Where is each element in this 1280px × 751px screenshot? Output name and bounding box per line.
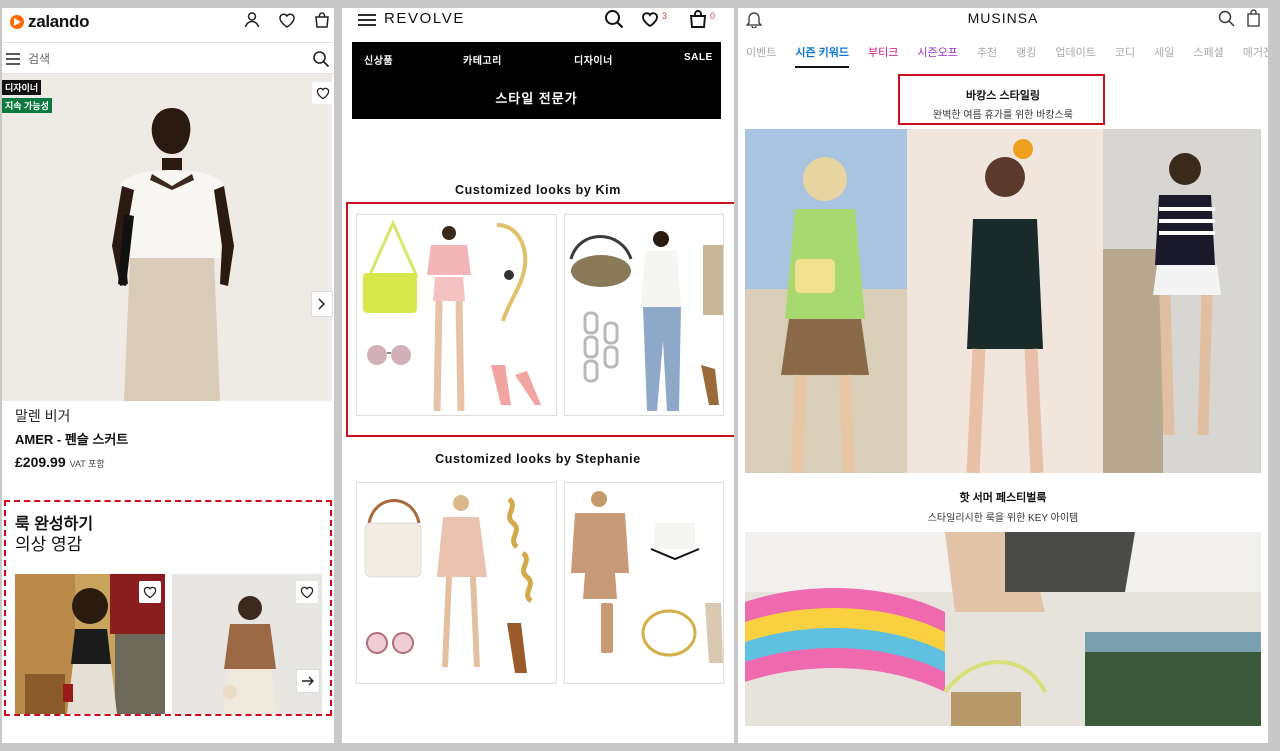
revolve-logo[interactable]: REVOLVE xyxy=(384,10,465,27)
product-image[interactable] xyxy=(2,74,332,401)
feature2-title: 핫 서머 페스티벌룩 xyxy=(959,492,1047,504)
cart-icon[interactable] xyxy=(688,9,708,29)
main-nav: 신상품 카테고리 디자이너 SALE 스타일 전문가 xyxy=(352,42,721,119)
nav-sale[interactable]: SALE xyxy=(684,52,713,63)
outfit-next-icon[interactable] xyxy=(296,669,320,693)
section-title-stephanie: Customized looks by Stephanie xyxy=(435,452,641,466)
search-icon[interactable] xyxy=(1218,10,1235,27)
tab-sale[interactable]: 세일 xyxy=(1154,44,1174,68)
tab-boutique[interactable]: 부티크 xyxy=(868,44,898,68)
menu-icon[interactable] xyxy=(6,52,20,66)
menu-icon[interactable] xyxy=(358,13,376,27)
look-card-kim-2[interactable] xyxy=(564,214,724,416)
tab-season-off[interactable]: 시즌오프 xyxy=(917,44,957,68)
feature1-subtitle: 완벽한 여름 휴가를 위한 바캉스룩 xyxy=(933,110,1073,121)
cart-icon[interactable] xyxy=(1246,9,1261,27)
bag-icon[interactable] xyxy=(312,10,332,30)
tab-update[interactable]: 업데이트 xyxy=(1055,44,1095,68)
search-bar xyxy=(2,42,334,74)
outfit-1-wishlist-icon[interactable] xyxy=(139,581,161,603)
product-brand[interactable]: 말렌 비거 xyxy=(15,406,70,426)
category-tabs: 이벤트 시즌 키워드 부티크 시즌오프 추천 랭킹 업데이트 코디 세일 스페셜… xyxy=(746,44,1268,68)
badge-sustainability: 지속 가능성 xyxy=(2,98,52,113)
tab-ranking[interactable]: 랭킹 xyxy=(1016,44,1036,68)
product-price: £209.99 VAT 포함 xyxy=(15,454,105,470)
nav-designer[interactable]: 디자이너 xyxy=(574,52,613,67)
wishlist-add-icon[interactable] xyxy=(312,82,334,104)
feature2-image[interactable] xyxy=(745,532,1261,726)
feature2-subtitle: 스타일리시한 룩을 위한 KEY 아이템 xyxy=(927,513,1079,524)
account-icon[interactable] xyxy=(242,10,262,30)
search-icon[interactable] xyxy=(604,9,624,29)
next-image-icon[interactable] xyxy=(311,291,333,317)
tab-special[interactable]: 스페셜 xyxy=(1193,44,1223,68)
tab-recommend[interactable]: 추천 xyxy=(977,44,997,68)
search-input[interactable] xyxy=(28,49,288,69)
complete-look-subtitle: 의상 영감 xyxy=(15,535,83,554)
wishlist-icon[interactable] xyxy=(640,9,660,29)
search-icon[interactable] xyxy=(312,50,330,68)
badge-designer: 디자이너 xyxy=(2,80,42,95)
price-value: £209.99 xyxy=(15,454,66,470)
feature1-image[interactable] xyxy=(745,129,1261,473)
musinsa-logo[interactable]: MUSINSA xyxy=(738,10,1268,26)
zalando-panel: zalando 디자이너 지속 가 xyxy=(2,8,334,743)
tab-event[interactable]: 이벤트 xyxy=(746,44,776,68)
tab-season-keyword[interactable]: 시즌 키워드 xyxy=(795,44,850,68)
look-card-kim-1[interactable] xyxy=(356,214,557,416)
tab-coordi[interactable]: 코디 xyxy=(1115,44,1135,68)
feature1-title: 바캉스 스타일링 xyxy=(966,90,1040,102)
look-card-stephanie-1[interactable] xyxy=(356,482,557,684)
wishlist-icon[interactable] xyxy=(277,10,297,30)
revolve-panel: REVOLVE 3 0 신상품 카테고리 디자이너 SALE 스타일 전문가 C… xyxy=(342,8,734,743)
cart-count: 0 xyxy=(710,11,716,21)
tab-magazine[interactable]: 매거진 xyxy=(1243,44,1268,68)
zalando-logo-icon xyxy=(10,15,24,29)
style-expert-link[interactable]: 스타일 전문가 xyxy=(352,88,721,107)
look-card-stephanie-2[interactable] xyxy=(564,482,724,684)
product-name[interactable]: AMER - 펜슬 스커트 xyxy=(15,429,128,448)
outfit-2-wishlist-icon[interactable] xyxy=(296,581,318,603)
musinsa-panel: MUSINSA 이벤트 시즌 키워드 부티크 시즌오프 추천 랭킹 업데이트 코… xyxy=(738,8,1268,743)
zalando-logo[interactable]: zalando xyxy=(10,12,89,32)
nav-category[interactable]: 카테고리 xyxy=(463,52,502,67)
wishlist-count: 3 xyxy=(662,11,668,21)
nav-new[interactable]: 신상품 xyxy=(364,52,393,67)
vat-note: VAT 포함 xyxy=(69,459,105,469)
section-title-kim: Customized looks by Kim xyxy=(455,183,621,197)
